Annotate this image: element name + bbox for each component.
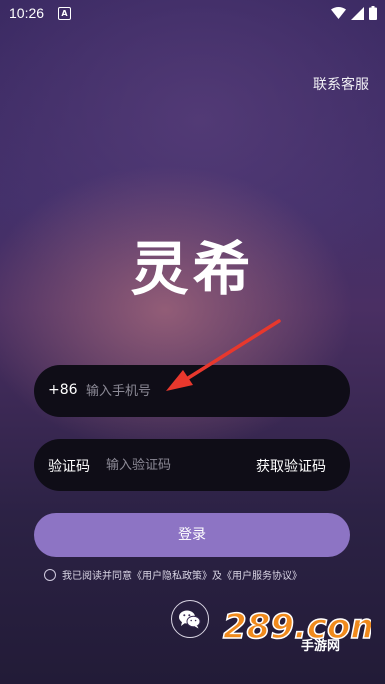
watermark-sub: 手游网 — [301, 638, 340, 652]
watermark-brand: 289.com — [223, 607, 371, 647]
watermark-logo: 289.com 手游网 — [222, 606, 385, 654]
annotation-arrow — [166, 319, 281, 391]
site-watermark: 289.com 手游网 — [221, 604, 385, 656]
